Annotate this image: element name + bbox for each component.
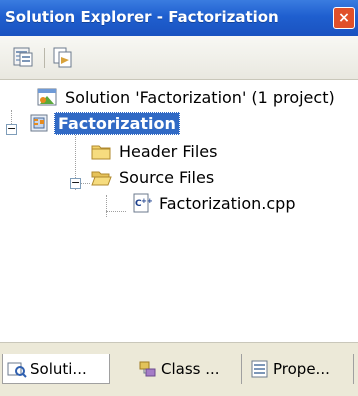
tab-property-manager[interactable]: Prope... [246, 354, 354, 384]
tab-solution-explorer[interactable]: Soluti... [2, 354, 110, 384]
properties-button[interactable] [12, 46, 34, 68]
folder-open-icon [91, 171, 112, 186]
solution-label: Solution 'Factorization' (1 project) [65, 87, 335, 107]
cpp-project-icon [30, 114, 48, 132]
solution-tree: Solution 'Factorization' (1 project) − F… [0, 80, 358, 342]
source-files-collapse-toggle[interactable]: − [70, 176, 81, 189]
tree-item-solution[interactable]: Solution 'Factorization' (1 project) [36, 84, 338, 110]
tab-label: Class ... [161, 360, 220, 378]
toolbar-separator [44, 48, 45, 68]
properties-icon [13, 47, 33, 67]
cpp-file-icon: C ++ [133, 193, 152, 213]
minus-icon: − [7, 122, 17, 135]
close-button[interactable]: × [333, 7, 355, 29]
tab-label: Prope... [273, 360, 330, 378]
project-collapse-toggle[interactable]: − [6, 122, 17, 135]
tab-bar: Soluti... Class ... Prope... [0, 342, 358, 396]
show-all-files-button[interactable] [52, 46, 74, 68]
tree-item-source-files[interactable]: Source Files [90, 164, 217, 190]
folder-closed-icon [91, 145, 111, 160]
project-label: Factorization [54, 111, 180, 135]
close-icon: × [338, 10, 350, 26]
cpp-file-label: Factorization.cpp [159, 193, 296, 213]
window-title: Solution Explorer - Factorization [5, 8, 279, 26]
title-bar[interactable]: Solution Explorer - Factorization × [0, 0, 358, 36]
tree-item-header-files[interactable]: Header Files [90, 138, 220, 164]
header-files-label: Header Files [119, 141, 218, 161]
minus-icon: − [71, 176, 81, 189]
toolbar [0, 36, 358, 80]
solution-icon [37, 88, 57, 106]
show-all-files-icon [53, 47, 72, 68]
tree-item-cpp-file[interactable]: C ++ Factorization.cpp [130, 190, 298, 216]
tree-item-project[interactable]: Factorization [28, 110, 180, 136]
svg-text:++: ++ [141, 197, 152, 205]
tree-line [106, 195, 107, 217]
solution-explorer-window: Solution Explorer - Factorization × Solu… [0, 0, 358, 396]
property-manager-icon [251, 360, 268, 378]
tree-line [106, 211, 126, 212]
class-view-icon [139, 361, 156, 377]
solution-explorer-icon [7, 362, 27, 378]
source-files-label: Source Files [119, 167, 215, 187]
tab-class-view[interactable]: Class ... [134, 354, 242, 384]
tab-label: Soluti... [30, 359, 87, 378]
tree-line [80, 183, 90, 184]
